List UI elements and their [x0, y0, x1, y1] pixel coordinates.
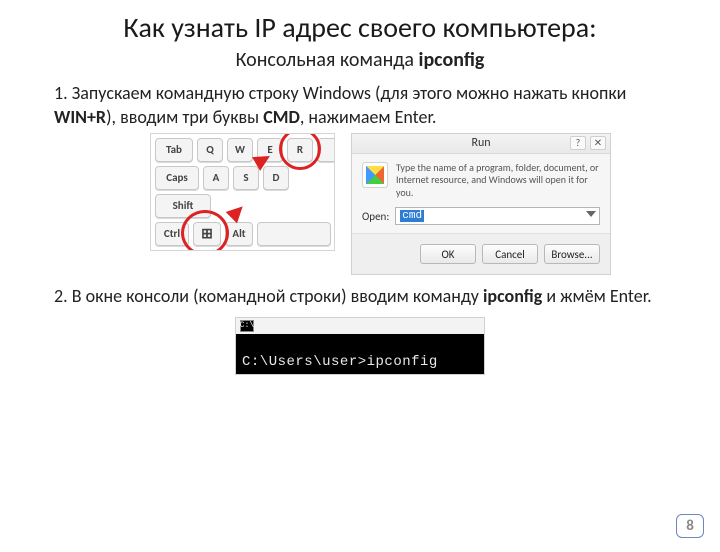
run-title: Run	[471, 136, 490, 150]
key-q: Q	[197, 138, 223, 162]
console-titlebar: C:\	[236, 318, 484, 334]
subtitle-cmd: ipconfig	[419, 48, 485, 72]
console-screenshot: C:\ C:\Users\user>ipconfig	[235, 317, 485, 375]
run-button-row: OK Cancel Browse...	[352, 233, 610, 274]
step-2-num: 2.	[54, 285, 72, 307]
step-2-t2: и жмём Enter.	[542, 285, 651, 307]
key-win: ⊞	[193, 222, 221, 246]
run-open-label: Open:	[362, 210, 389, 223]
run-open-row: Open: cmd	[352, 203, 610, 227]
windows-flag-icon	[362, 162, 388, 188]
key-tab: Tab	[155, 138, 193, 162]
illustrations-row: Tab Q W E R Caps A S D Shift Ctrl ⊞ Alt …	[150, 133, 720, 276]
run-open-input[interactable]: cmd	[395, 207, 600, 225]
key-r: R	[287, 138, 313, 162]
subtitle: Консольная команда ipconfig	[0, 48, 720, 72]
key-caps: Caps	[155, 166, 199, 190]
run-dialog: Run ? ✕ Type the name of a program, fold…	[351, 133, 611, 276]
key-shift: Shift	[155, 194, 211, 218]
key-w: W	[227, 138, 253, 162]
key-a: A	[203, 166, 229, 190]
run-close-button[interactable]: ✕	[590, 136, 606, 150]
step-1-text: 1. Запускаем командную строку Windows (д…	[54, 82, 666, 129]
key-s: S	[233, 166, 259, 190]
step-1-num: 1.	[54, 82, 72, 104]
step-1-t1: Запускаем командную строку Windows (для …	[72, 82, 627, 104]
key-ctrl: Ctrl	[155, 222, 189, 246]
browse-button[interactable]: Browse...	[544, 244, 600, 264]
subtitle-pre: Консольная команда	[236, 48, 419, 72]
cancel-button[interactable]: Cancel	[482, 244, 538, 264]
console-prompt: C:\Users\user>ipconfig	[242, 354, 438, 370]
keyboard-photo: Tab Q W E R Caps A S D Shift Ctrl ⊞ Alt	[150, 133, 335, 251]
console-body: C:\Users\user>ipconfig	[236, 334, 484, 374]
page-number-badge: 8	[676, 514, 704, 538]
step-1-cmd: CMD	[263, 106, 300, 128]
key-alt: Alt	[225, 222, 253, 246]
run-titlebar: Run ? ✕	[352, 134, 610, 154]
step-2-text: 2. В окне консоли (командной строки) вво…	[54, 285, 666, 308]
run-open-value: cmd	[400, 210, 424, 222]
step-1-t3: , нажимаем Enter.	[300, 106, 437, 128]
ok-button[interactable]: OK	[420, 244, 476, 264]
key-blank-1	[317, 138, 335, 162]
key-d: D	[263, 166, 289, 190]
run-description: Type the name of a program, folder, docu…	[396, 162, 600, 200]
page-title: Как узнать IP адрес своего компьютера:	[60, 12, 660, 44]
run-help-button[interactable]: ?	[570, 136, 586, 150]
step-1-winr: WIN+R	[54, 106, 106, 128]
chevron-down-icon[interactable]	[586, 211, 596, 217]
run-body: Type the name of a program, folder, docu…	[352, 154, 610, 204]
arrow-to-win-key	[226, 201, 249, 224]
cmd-icon: C:\	[240, 320, 254, 332]
step-1-t2: ), вводим три буквы	[106, 106, 263, 128]
step-2-cmd: ipconfig	[483, 285, 542, 307]
key-space	[257, 222, 331, 246]
step-2-t1: В окне консоли (командной строки) вводим…	[72, 285, 483, 307]
